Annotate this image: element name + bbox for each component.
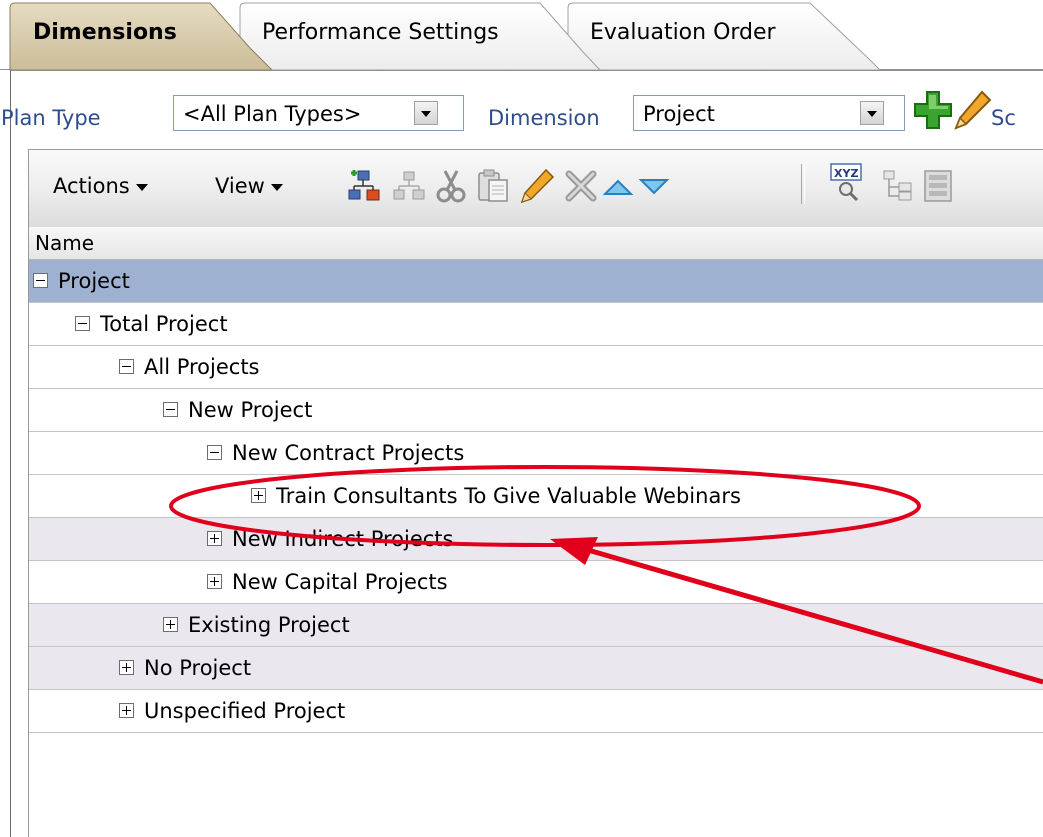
- tree-rows: Project Total Project All Projects New P…: [29, 260, 1043, 733]
- dimension-value: Project: [643, 102, 715, 126]
- tree-row-new-project[interactable]: New Project: [29, 389, 1043, 432]
- tree-toolbar: Actions View XYZ: [29, 150, 1043, 228]
- tree-row-new-contract-projects[interactable]: New Contract Projects: [29, 432, 1043, 475]
- member-label: Project: [58, 269, 130, 293]
- dimension-tree-table: Actions View XYZ Name Project Total Proj…: [28, 149, 1043, 837]
- edit-icon[interactable]: [519, 168, 555, 204]
- truncated-filter-label: Sc: [991, 106, 1016, 130]
- tab-dimensions[interactable]: Dimensions: [33, 20, 177, 45]
- plan-type-value: <All Plan Types>: [183, 102, 362, 126]
- member-label: New Indirect Projects: [232, 527, 454, 551]
- dimension-label: Dimension: [488, 106, 600, 130]
- add-dimension-icon[interactable]: [913, 89, 953, 131]
- expand-icon[interactable]: [163, 616, 178, 632]
- tree-row-train-consultants[interactable]: Train Consultants To Give Valuable Webin…: [29, 475, 1043, 518]
- tree-row-content: New Contract Projects: [207, 441, 464, 465]
- dimension-dropdown-button[interactable]: [860, 101, 884, 125]
- tree-row-content: New Capital Projects: [207, 570, 448, 594]
- plan-type-dropdown-button[interactable]: [414, 101, 438, 125]
- member-label: Total Project: [100, 312, 228, 336]
- tree-row-no-project[interactable]: No Project: [29, 647, 1043, 690]
- tree-row-content: Unspecified Project: [119, 699, 345, 723]
- member-label: New Capital Projects: [232, 570, 448, 594]
- member-label: New Contract Projects: [232, 441, 465, 465]
- dimensions-panel: Plan Type <All Plan Types> Dimension Pro…: [1, 70, 1043, 837]
- member-label: Unspecified Project: [144, 699, 346, 723]
- planning-dimensions-window: Dimensions Performance Settings Evaluati…: [0, 0, 1043, 837]
- cut-icon[interactable]: [433, 168, 469, 204]
- tab-evaluation-order[interactable]: Evaluation Order: [590, 20, 776, 45]
- tree-row-total-project[interactable]: Total Project: [29, 303, 1043, 346]
- collapse-icon[interactable]: [119, 358, 134, 374]
- actions-caret-icon: [135, 183, 148, 191]
- add-sibling-icon[interactable]: [391, 168, 427, 204]
- search-icon[interactable]: XYZ: [829, 162, 869, 204]
- dimension-select[interactable]: Project: [633, 95, 905, 131]
- tree-row-new-indirect-projects[interactable]: New Indirect Projects: [29, 518, 1043, 561]
- tree-row-all-projects[interactable]: All Projects: [29, 346, 1043, 389]
- member-label: Train Consultants To Give Valuable Webin…: [276, 484, 741, 508]
- member-label: Existing Project: [188, 613, 350, 637]
- tree-row-project[interactable]: Project: [29, 260, 1043, 303]
- edit-dimension-icon[interactable]: [952, 89, 992, 131]
- tree-row-content: Existing Project: [163, 613, 350, 637]
- tree-row-unspecified-project[interactable]: Unspecified Project: [29, 690, 1043, 733]
- expand-icon[interactable]: [207, 573, 222, 589]
- svg-text:XYZ: XYZ: [834, 167, 858, 180]
- tab-bar: Dimensions Performance Settings Evaluati…: [0, 0, 1043, 71]
- collapse-icon[interactable]: [33, 272, 48, 288]
- plan-type-select[interactable]: <All Plan Types>: [173, 95, 464, 131]
- member-label: New Project: [188, 398, 313, 422]
- plan-type-label: Plan Type: [1, 106, 101, 130]
- collapse-icon[interactable]: [75, 315, 90, 331]
- view-caret-icon: [270, 183, 283, 191]
- tree-row-content: Total Project: [75, 312, 228, 336]
- tree-row-new-capital-projects[interactable]: New Capital Projects: [29, 561, 1043, 604]
- delete-icon[interactable]: [563, 168, 599, 204]
- add-child-icon[interactable]: [347, 168, 383, 204]
- tree-row-content: Project: [33, 269, 130, 293]
- actions-menu-label: Actions: [53, 174, 130, 198]
- tree-row-content: All Projects: [119, 355, 260, 379]
- expand-icon[interactable]: [251, 487, 266, 503]
- tree-row-existing-project[interactable]: Existing Project: [29, 604, 1043, 647]
- member-label: No Project: [144, 656, 252, 680]
- tree-row-content: No Project: [119, 656, 251, 680]
- tree-view-icon[interactable]: [881, 168, 917, 204]
- actions-menu[interactable]: Actions: [53, 174, 148, 198]
- filter-row: Plan Type <All Plan Types> Dimension Pro…: [1, 71, 1043, 146]
- tree-row-content: Train Consultants To Give Valuable Webin…: [251, 484, 741, 508]
- name-column-header[interactable]: Name: [29, 227, 1043, 260]
- move-down-icon[interactable]: [637, 176, 671, 198]
- expand-icon[interactable]: [207, 530, 222, 546]
- view-menu[interactable]: View: [215, 174, 283, 198]
- paste-icon[interactable]: [475, 168, 511, 204]
- tree-row-content: New Project: [163, 398, 312, 422]
- collapse-icon[interactable]: [163, 401, 178, 417]
- view-menu-label: View: [215, 174, 265, 198]
- move-up-icon[interactable]: [601, 176, 635, 198]
- expand-icon[interactable]: [119, 659, 134, 675]
- toolbar-separator: [801, 164, 805, 204]
- name-column-label: Name: [35, 231, 95, 255]
- member-label: All Projects: [144, 355, 260, 379]
- collapse-icon[interactable]: [207, 444, 222, 460]
- tab-performance-settings[interactable]: Performance Settings: [262, 20, 499, 45]
- expand-icon[interactable]: [119, 702, 134, 718]
- properties-icon[interactable]: [921, 168, 957, 204]
- tree-row-content: New Indirect Projects: [207, 527, 453, 551]
